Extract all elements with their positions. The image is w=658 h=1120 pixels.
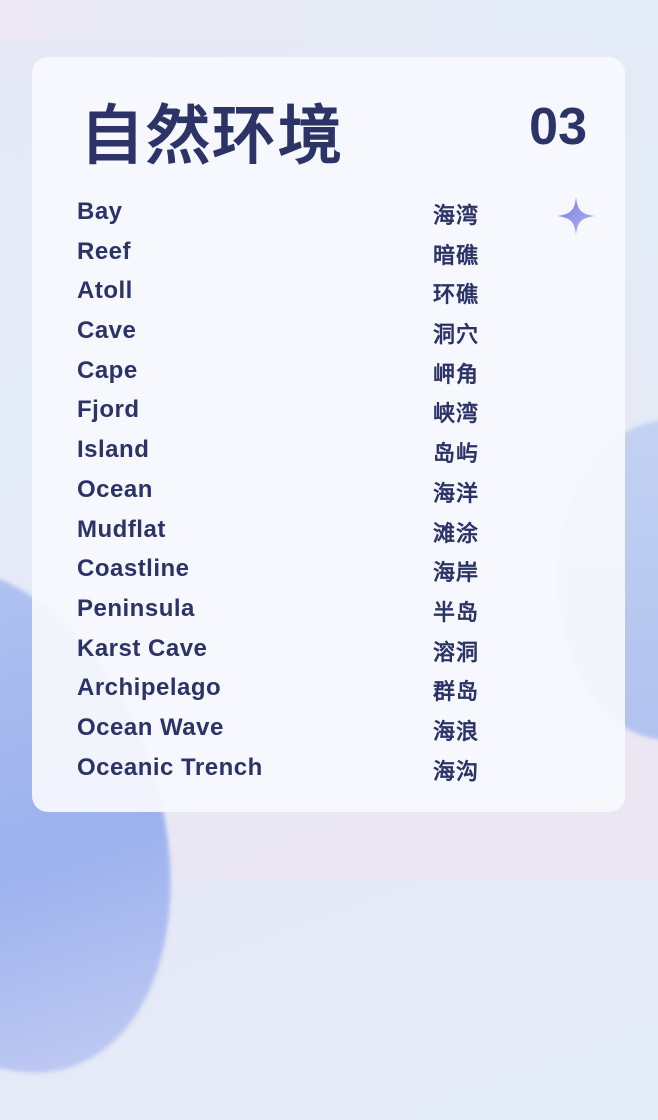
- english-term: Mudflat: [77, 515, 166, 543]
- english-term: Archipelago: [77, 674, 222, 702]
- chinese-term: 海湾: [433, 204, 480, 229]
- chinese-term: 暗礁: [433, 243, 480, 269]
- chinese-term: 海沟: [433, 759, 480, 785]
- chinese-term: 岛屿: [433, 442, 480, 468]
- chinese-term: 洞穴: [433, 323, 480, 349]
- english-term: Ocean: [77, 475, 153, 503]
- chinese-term: 海岸: [433, 561, 480, 587]
- chinese-term: 海浪: [433, 719, 480, 745]
- english-term: Reef: [77, 237, 132, 265]
- background-band: [0, 0, 658, 40]
- vocab-row: Cape 岬角: [77, 353, 497, 393]
- vocab-row: Peninsula 半岛: [77, 591, 497, 631]
- english-term: Cape: [77, 356, 138, 384]
- vocab-row: Cave 洞穴: [77, 313, 497, 353]
- chinese-term: 滩涂: [433, 521, 480, 547]
- vocab-row: Ocean 海洋: [77, 472, 497, 512]
- page-title: 自然环境: [80, 100, 344, 174]
- sparkle-icon: [557, 197, 595, 235]
- english-term: Atoll: [77, 277, 133, 305]
- vocab-row: Oceanic Trench 海沟: [77, 750, 497, 790]
- chinese-term: 半岛: [433, 600, 480, 626]
- vocab-row: Coastline 海岸: [77, 551, 497, 591]
- chinese-term: 群岛: [433, 680, 480, 706]
- english-term: Bay: [77, 198, 123, 225]
- english-term: Peninsula: [77, 594, 195, 622]
- chinese-term: 溶洞: [433, 640, 480, 666]
- chinese-term: 峡湾: [433, 402, 480, 428]
- page-number: 03: [529, 98, 587, 156]
- english-term: Island: [77, 436, 150, 464]
- vocab-row: Atoll 环礁: [77, 273, 497, 313]
- chinese-term: 岬角: [433, 362, 480, 388]
- english-term: Oceanic Trench: [77, 753, 263, 781]
- chinese-term: 海洋: [433, 481, 480, 507]
- vocab-row: Archipelago 群岛: [77, 670, 497, 710]
- english-term: Coastline: [77, 555, 190, 583]
- vocab-row: Reef 暗礁: [77, 234, 497, 274]
- vocab-row: Fjord 峡湾: [77, 392, 497, 432]
- chinese-term: 环礁: [433, 283, 480, 309]
- english-term: Ocean Wave: [77, 713, 224, 741]
- english-term: Fjord: [77, 396, 140, 424]
- vocab-row: Island 岛屿: [77, 432, 497, 472]
- vocab-row: Karst Cave 溶洞: [77, 631, 497, 671]
- vocab-card: 自然环境 03 Bay 海湾 Reef 暗礁 Atoll 环礁 Cave 洞穴 Cape 岬角 Fj…: [32, 57, 625, 812]
- vocab-row: Mudflat 滩涂: [77, 512, 497, 552]
- vocab-row: Ocean Wave 海浪: [77, 710, 497, 750]
- english-term: Karst Cave: [77, 634, 208, 662]
- vocab-row: Bay 海湾: [77, 194, 497, 234]
- vocab-list: Bay 海湾 Reef 暗礁 Atoll 环礁 Cave 洞穴 Cape 岬角 Fjord 峡湾 Isl…: [77, 194, 497, 789]
- english-term: Cave: [77, 317, 137, 345]
